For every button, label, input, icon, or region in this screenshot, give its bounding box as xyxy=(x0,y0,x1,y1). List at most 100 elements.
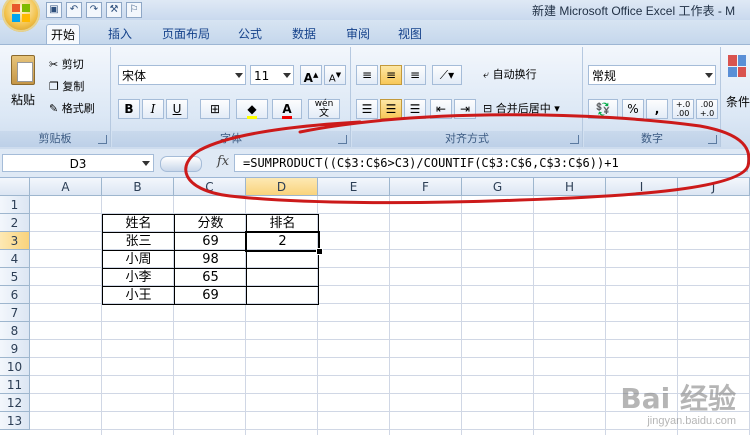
copy-label: 复制 xyxy=(62,80,85,93)
row-header-10[interactable]: 10 xyxy=(0,358,30,376)
insert-function-button[interactable]: fx xyxy=(217,154,229,169)
align-left-button[interactable]: ☰ xyxy=(356,99,378,119)
save-icon[interactable]: ▣ xyxy=(46,2,62,18)
comma-button[interactable]: , xyxy=(646,99,668,119)
underline-button[interactable]: U xyxy=(166,99,188,119)
name-box[interactable]: D3 xyxy=(2,154,154,172)
tab-page-layout[interactable]: 页面布局 xyxy=(158,24,214,44)
align-top-button[interactable]: ≡ xyxy=(356,65,378,85)
decrease-decimal-icon: .00 +.0 xyxy=(699,100,715,118)
paste-button[interactable]: 粘贴 xyxy=(6,55,40,108)
column-header-e[interactable]: E xyxy=(318,178,390,196)
borders-button[interactable]: ⊞ xyxy=(200,99,230,119)
column-header-b[interactable]: B xyxy=(102,178,174,196)
conditional-format-button[interactable]: 条件 xyxy=(726,93,750,110)
align-right-button[interactable]: ☰ xyxy=(404,99,426,119)
decrease-decimal-button[interactable]: .00 +.0 xyxy=(696,99,718,119)
number-launcher-icon[interactable] xyxy=(708,135,717,144)
cell-d4[interactable] xyxy=(246,250,319,269)
number-format-select[interactable]: 常规 xyxy=(588,65,716,85)
currency-button[interactable]: 💱 xyxy=(588,99,618,119)
table-header-name[interactable]: 姓名 xyxy=(102,214,175,233)
worksheet-grid: A B C D E F G H I J 1 2 3 4 5 6 7 8 9 10… xyxy=(0,178,750,435)
tab-view[interactable]: 视图 xyxy=(394,24,426,44)
row-header-13[interactable]: 13 xyxy=(0,412,30,430)
copy-button[interactable]: ❐ 复制 xyxy=(48,77,85,97)
tab-data[interactable]: 数据 xyxy=(288,24,320,44)
cell-d6[interactable] xyxy=(246,286,319,305)
alignment-launcher-icon[interactable] xyxy=(570,135,579,144)
column-header-h[interactable]: H xyxy=(534,178,606,196)
increase-indent-button[interactable]: ⇥ xyxy=(454,99,476,119)
row-header-4[interactable]: 4 xyxy=(0,250,30,268)
tab-home[interactable]: 开始 xyxy=(46,24,81,45)
column-header-j[interactable]: J xyxy=(678,178,750,196)
increase-decimal-button[interactable]: +.0.00 xyxy=(672,99,694,119)
formula-bar-handle[interactable] xyxy=(160,156,202,172)
font-launcher-icon[interactable] xyxy=(338,135,347,144)
align-right-icon: ☰ xyxy=(409,102,421,116)
name-box-value: D3 xyxy=(69,157,87,171)
cell-c3[interactable]: 69 xyxy=(174,232,247,251)
tool2-icon[interactable]: ⚐ xyxy=(126,2,142,18)
tab-review[interactable]: 审阅 xyxy=(342,24,374,44)
fill-color-button[interactable]: ◆ xyxy=(236,99,268,119)
row-header-11[interactable]: 11 xyxy=(0,376,30,394)
tab-formulas[interactable]: 公式 xyxy=(234,24,266,44)
formula-input[interactable]: =SUMPRODUCT((C$3:C$6>C3)/COUNTIF(C$3:C$6… xyxy=(234,154,748,172)
cell-b5[interactable]: 小李 xyxy=(102,268,175,287)
column-header-f[interactable]: F xyxy=(390,178,462,196)
orientation-button[interactable]: ⟋▾ xyxy=(432,65,462,85)
row-header-2[interactable]: 2 xyxy=(0,214,30,232)
redo-icon[interactable]: ↷ xyxy=(86,2,102,18)
cut-button[interactable]: ✂ 剪切 xyxy=(48,55,85,75)
row-header-5[interactable]: 5 xyxy=(0,268,30,286)
cell-c5[interactable]: 65 xyxy=(174,268,247,287)
grow-font-button[interactable]: A▲ xyxy=(300,65,322,85)
cell-b4[interactable]: 小周 xyxy=(102,250,175,269)
shrink-font-button[interactable]: A▼ xyxy=(324,65,346,85)
row-header-9[interactable]: 9 xyxy=(0,340,30,358)
fill-handle[interactable] xyxy=(316,248,323,255)
select-all-button[interactable] xyxy=(0,178,30,196)
tool-icon[interactable]: ⚒ xyxy=(106,2,122,18)
cell-c4[interactable]: 98 xyxy=(174,250,247,269)
row-header-1[interactable]: 1 xyxy=(0,196,30,214)
row-header-7[interactable]: 7 xyxy=(0,304,30,322)
format-painter-button[interactable]: ✎ 格式刷 xyxy=(48,99,96,119)
cell-b3[interactable]: 张三 xyxy=(102,232,175,251)
tab-insert[interactable]: 插入 xyxy=(104,24,136,44)
cell-b6[interactable]: 小王 xyxy=(102,286,175,305)
merge-icon: ⊟ xyxy=(483,102,493,115)
row-header-12[interactable]: 12 xyxy=(0,394,30,412)
align-top-icon: ≡ xyxy=(361,68,373,82)
align-middle-button[interactable]: ≡ xyxy=(380,65,402,85)
undo-icon[interactable]: ↶ xyxy=(66,2,82,18)
font-name-select[interactable]: 宋体 xyxy=(118,65,246,85)
row-header-3[interactable]: 3 xyxy=(0,232,30,250)
wrap-text-button[interactable]: ⤶ 自动换行 xyxy=(482,65,538,85)
merge-center-button[interactable]: ⊟ 合并后居中 ▾ xyxy=(482,99,561,119)
bold-button[interactable]: B xyxy=(118,99,140,119)
column-header-a[interactable]: A xyxy=(30,178,102,196)
cell-d5[interactable] xyxy=(246,268,319,287)
percent-button[interactable]: % xyxy=(622,99,644,119)
align-bottom-button[interactable]: ≡ xyxy=(404,65,426,85)
column-header-d[interactable]: D xyxy=(246,178,318,196)
font-size-select[interactable]: 11 xyxy=(250,65,294,85)
clipboard-group: 粘贴 ✂ 剪切 ❐ 复制 ✎ 格式刷 剪贴板 xyxy=(0,47,111,147)
clipboard-launcher-icon[interactable] xyxy=(98,135,107,144)
align-center-button[interactable]: ☰ xyxy=(380,99,402,119)
italic-button[interactable]: I xyxy=(142,99,164,119)
cell-c6[interactable]: 69 xyxy=(174,286,247,305)
table-header-score[interactable]: 分数 xyxy=(174,214,247,233)
format-painter-label: 格式刷 xyxy=(61,102,95,115)
column-header-c[interactable]: C xyxy=(174,178,246,196)
font-color-button[interactable]: A xyxy=(272,99,302,119)
row-header-8[interactable]: 8 xyxy=(0,322,30,340)
phonetic-button[interactable]: wén 文 xyxy=(308,99,340,119)
column-header-g[interactable]: G xyxy=(462,178,534,196)
row-header-6[interactable]: 6 xyxy=(0,286,30,304)
column-header-i[interactable]: I xyxy=(606,178,678,196)
decrease-indent-button[interactable]: ⇤ xyxy=(430,99,452,119)
